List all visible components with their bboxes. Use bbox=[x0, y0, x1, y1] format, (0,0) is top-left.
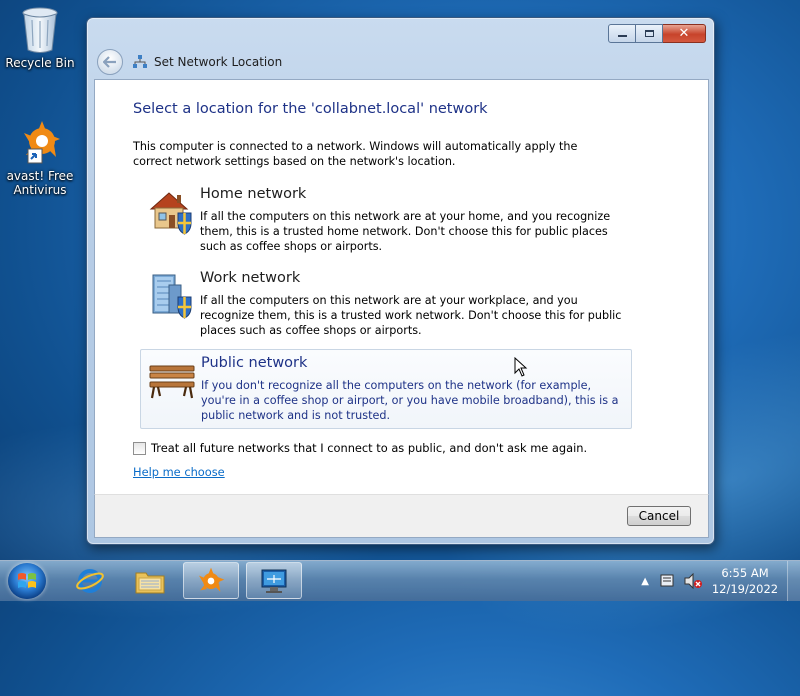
network-icon bbox=[133, 55, 147, 68]
folder-icon bbox=[135, 572, 165, 593]
dialog-footer: Cancel bbox=[94, 494, 709, 538]
work-network-icon bbox=[152, 274, 192, 319]
window-title: Set Network Location bbox=[154, 55, 283, 69]
option-home-network[interactable]: Home network If all the computers on thi… bbox=[140, 181, 630, 259]
desktop-icon-label: avast! Free Antivirus bbox=[6, 169, 74, 197]
option-title: Work network bbox=[200, 270, 301, 286]
taskbar-internet-explorer[interactable] bbox=[62, 562, 118, 599]
taskbar-network-center[interactable] bbox=[246, 562, 302, 599]
option-title: Home network bbox=[200, 186, 307, 202]
show-desktop-button[interactable] bbox=[787, 561, 800, 601]
desktop-icon-recycle-bin[interactable]: Recycle Bin bbox=[2, 6, 78, 70]
network-center-icon bbox=[261, 569, 287, 593]
internet-explorer-icon bbox=[76, 568, 104, 593]
avast-icon bbox=[199, 567, 225, 592]
maximize-icon bbox=[644, 30, 654, 37]
windows-logo-icon bbox=[18, 573, 36, 588]
checkbox-label: Treat all future networks that I connect… bbox=[151, 441, 588, 455]
home-network-icon bbox=[149, 192, 192, 235]
navigation-bar: Set Network Location bbox=[97, 49, 282, 75]
desktop-icon-avast[interactable]: avast! Free Antivirus bbox=[2, 119, 78, 197]
option-description: If all the computers on this network are… bbox=[200, 210, 611, 253]
back-button[interactable] bbox=[97, 49, 123, 75]
mouse-cursor-icon bbox=[514, 357, 528, 377]
avast-icon bbox=[16, 119, 64, 167]
option-work-network[interactable]: Work network If all the computers on thi… bbox=[140, 265, 630, 343]
option-public-network[interactable]: Public network If you don't recognize al… bbox=[140, 349, 632, 429]
recycle-bin-icon bbox=[20, 6, 60, 54]
show-hidden-icons-arrow-icon[interactable]: ▲ bbox=[641, 576, 649, 587]
intro-text: This computer is connected to a network.… bbox=[133, 140, 578, 168]
help-me-choose-link[interactable]: Help me choose bbox=[133, 465, 225, 479]
option-description: If all the computers on this network are… bbox=[200, 294, 622, 337]
desktop-icon-label: Recycle Bin bbox=[5, 56, 75, 70]
treat-as-public-checkbox-row[interactable]: Treat all future networks that I connect… bbox=[133, 441, 587, 455]
option-description: If you don't recognize all the computers… bbox=[201, 379, 619, 422]
page-title: Select a location for the 'collabnet.loc… bbox=[133, 101, 488, 117]
dialog-content: Select a location for the 'collabnet.loc… bbox=[94, 79, 709, 494]
caption-buttons: ✕ bbox=[608, 24, 706, 43]
maximize-button[interactable] bbox=[636, 24, 663, 43]
taskbar: ▲ 6:55 AM 12/19/2022 bbox=[0, 560, 800, 601]
option-title: Public network bbox=[201, 355, 308, 371]
clock-time: 6:55 AM bbox=[721, 566, 769, 580]
close-button[interactable]: ✕ bbox=[663, 24, 706, 43]
park-bench-icon bbox=[149, 365, 195, 399]
volume-muted-icon[interactable] bbox=[683, 573, 703, 589]
taskbar-windows-explorer[interactable] bbox=[122, 562, 178, 599]
system-tray: ▲ 6:55 AM 12/19/2022 bbox=[641, 561, 800, 601]
cancel-button[interactable]: Cancel bbox=[627, 506, 691, 526]
treat-as-public-checkbox[interactable] bbox=[133, 441, 146, 455]
close-icon: ✕ bbox=[678, 26, 690, 41]
minimize-icon bbox=[617, 35, 627, 37]
back-arrow-icon bbox=[103, 56, 116, 68]
start-button[interactable] bbox=[8, 563, 46, 599]
action-center-flag-icon[interactable] bbox=[659, 573, 677, 589]
clock[interactable]: 6:55 AM 12/19/2022 bbox=[709, 565, 781, 597]
taskbar-avast[interactable] bbox=[183, 562, 239, 599]
clock-date: 12/19/2022 bbox=[711, 582, 779, 596]
minimize-button[interactable] bbox=[608, 24, 636, 43]
set-network-location-window: ✕ Set Network Location Select a location… bbox=[86, 17, 715, 545]
